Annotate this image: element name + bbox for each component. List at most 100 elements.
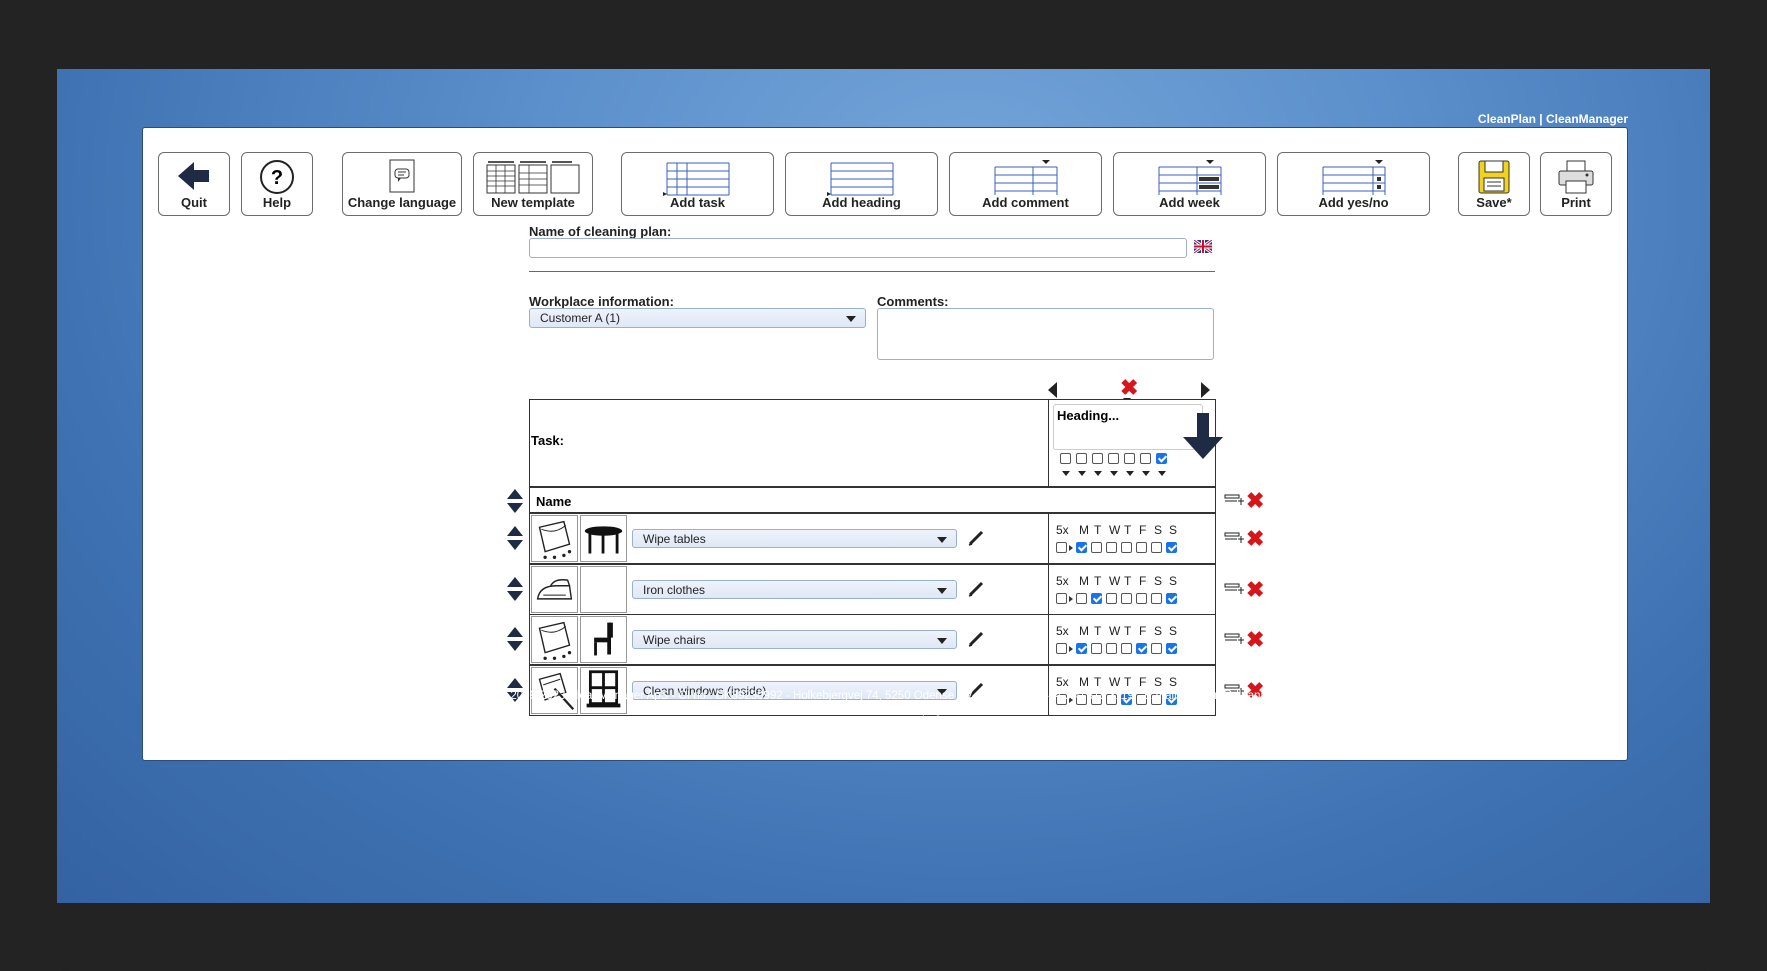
day-checkbox[interactable]	[1121, 643, 1132, 654]
header-day-checkbox[interactable]	[1124, 453, 1135, 464]
add-task-icon	[662, 162, 729, 196]
edit-pencil-icon[interactable]	[967, 580, 985, 598]
day-checkbox[interactable]	[1166, 592, 1177, 604]
move-updown-icon[interactable]	[507, 576, 523, 601]
quit-button[interactable]: Quit	[158, 152, 230, 216]
day-checkbox[interactable]	[1076, 643, 1087, 654]
add-task-button[interactable]: Add task	[621, 152, 774, 216]
new-template-button[interactable]: New template	[473, 152, 593, 216]
day-checkbox[interactable]	[1091, 643, 1102, 654]
header-day-dropdown-icon[interactable]	[1158, 471, 1166, 476]
svg-text:?: ?	[271, 167, 283, 189]
day-checkbox[interactable]	[1151, 542, 1162, 553]
empty-icon-slot[interactable]	[580, 565, 627, 613]
edit-pencil-icon[interactable]	[967, 529, 985, 547]
day-checkbox[interactable]	[1076, 592, 1087, 604]
wipe-cloth-icon[interactable]	[531, 515, 578, 562]
day-label: T	[1124, 573, 1132, 588]
frequency-label: 5x	[1056, 624, 1069, 638]
delete-column-icon[interactable]: ✖	[1120, 377, 1138, 399]
uk-flag-icon[interactable]	[1194, 240, 1212, 253]
header-day-dropdown-icon[interactable]	[1062, 471, 1070, 476]
delete-row-icon[interactable]: ✖	[1246, 490, 1264, 512]
frequency-label: 5x	[1056, 573, 1069, 588]
day-checkbox[interactable]	[1121, 542, 1132, 553]
expand-arrow-icon[interactable]	[1069, 545, 1073, 551]
header-day-dropdown-icon[interactable]	[1078, 471, 1086, 476]
iron-icon[interactable]	[531, 565, 578, 613]
add-row-icon[interactable]	[1224, 582, 1244, 598]
day-checkbox[interactable]	[1106, 542, 1117, 553]
help-button[interactable]: ? Help	[241, 152, 313, 216]
wipe-cloth-icon[interactable]	[531, 616, 578, 663]
print-button[interactable]: Print	[1540, 152, 1612, 216]
header-day-dropdown-icon[interactable]	[1142, 471, 1150, 476]
move-updown-icon[interactable]	[507, 627, 523, 651]
day-checkbox[interactable]	[1151, 592, 1162, 604]
day-label: W	[1109, 674, 1121, 689]
table-icon[interactable]	[580, 515, 627, 562]
add-yesno-icon	[1322, 160, 1385, 195]
day-label: M	[1079, 573, 1089, 588]
header-day-dropdown-icon[interactable]	[1094, 471, 1102, 476]
day-checkbox[interactable]	[1106, 592, 1117, 604]
day-checkbox[interactable]	[1151, 643, 1162, 654]
day-checkbox[interactable]	[1166, 643, 1177, 654]
save-button[interactable]: Save*	[1458, 152, 1530, 216]
task-select[interactable]: Iron clothes	[632, 579, 957, 599]
footer-cookies-link[interactable]: Cookies on this webpage	[57, 704, 1710, 716]
frequency-checkbox[interactable]	[1056, 643, 1067, 654]
day-label: T	[1124, 624, 1132, 638]
expand-arrow-icon[interactable]	[1069, 646, 1073, 652]
header-day-checkbox[interactable]	[1076, 453, 1087, 464]
day-checkbox[interactable]	[1106, 643, 1117, 654]
day-checkbox[interactable]	[1076, 542, 1087, 553]
workplace-select[interactable]: Customer A (1)	[529, 308, 866, 328]
edit-pencil-icon[interactable]	[967, 630, 985, 648]
header-day-checkbox[interactable]	[1108, 453, 1119, 464]
day-label: M	[1079, 674, 1089, 689]
day-label: F	[1139, 573, 1147, 588]
frequency-checkbox[interactable]	[1056, 592, 1067, 604]
chevron-down-icon	[846, 316, 856, 322]
task-select[interactable]: Wipe chairs	[632, 630, 957, 649]
delete-row-icon[interactable]: ✖	[1246, 629, 1264, 651]
add-heading-button[interactable]: Add heading	[785, 152, 938, 216]
day-checkbox[interactable]	[1136, 592, 1147, 604]
frequency-checkbox[interactable]	[1056, 542, 1067, 553]
header-day-checkbox[interactable]	[1156, 453, 1167, 464]
move-updown-icon[interactable]	[507, 489, 523, 513]
day-label: S	[1169, 573, 1178, 588]
comments-textarea[interactable]	[877, 308, 1214, 360]
header-day-checkbox[interactable]	[1140, 453, 1151, 464]
add-row-icon[interactable]	[1224, 632, 1244, 648]
header-day-checkbox[interactable]	[1060, 453, 1071, 464]
back-arrow-icon	[178, 162, 209, 190]
delete-row-icon[interactable]: ✖	[1246, 578, 1264, 600]
day-checkbox[interactable]	[1166, 542, 1177, 553]
expand-arrow-icon[interactable]	[1069, 595, 1073, 602]
header-day-dropdown-icon[interactable]	[1126, 471, 1134, 476]
header-day-checkbox[interactable]	[1092, 453, 1103, 464]
add-week-button[interactable]: Add week	[1113, 152, 1266, 216]
chair-icon[interactable]	[580, 616, 627, 663]
add-comment-button[interactable]: Add comment	[949, 152, 1102, 216]
day-checkbox[interactable]	[1136, 643, 1147, 654]
plan-name-input[interactable]	[529, 238, 1187, 258]
delete-row-icon[interactable]: ✖	[1246, 528, 1264, 550]
day-label: S	[1154, 624, 1163, 638]
column-left-arrow-icon[interactable]	[1048, 382, 1057, 398]
change-language-button[interactable]: Change language	[342, 152, 462, 216]
add-row-icon[interactable]	[1224, 493, 1244, 509]
header-day-dropdown-icon[interactable]	[1110, 471, 1118, 476]
task-select[interactable]: Wipe tables	[632, 529, 957, 548]
column-right-arrow-icon[interactable]	[1201, 382, 1210, 398]
add-row-icon[interactable]	[1224, 531, 1244, 547]
day-checkbox[interactable]	[1136, 542, 1147, 553]
move-updown-icon[interactable]	[507, 526, 523, 550]
add-yesno-button[interactable]: Add yes/no	[1277, 152, 1430, 216]
day-checkbox[interactable]	[1091, 542, 1102, 553]
day-checkbox[interactable]	[1121, 592, 1132, 604]
down-arrow-annotation-icon	[1183, 413, 1223, 459]
day-checkbox[interactable]	[1091, 592, 1102, 604]
